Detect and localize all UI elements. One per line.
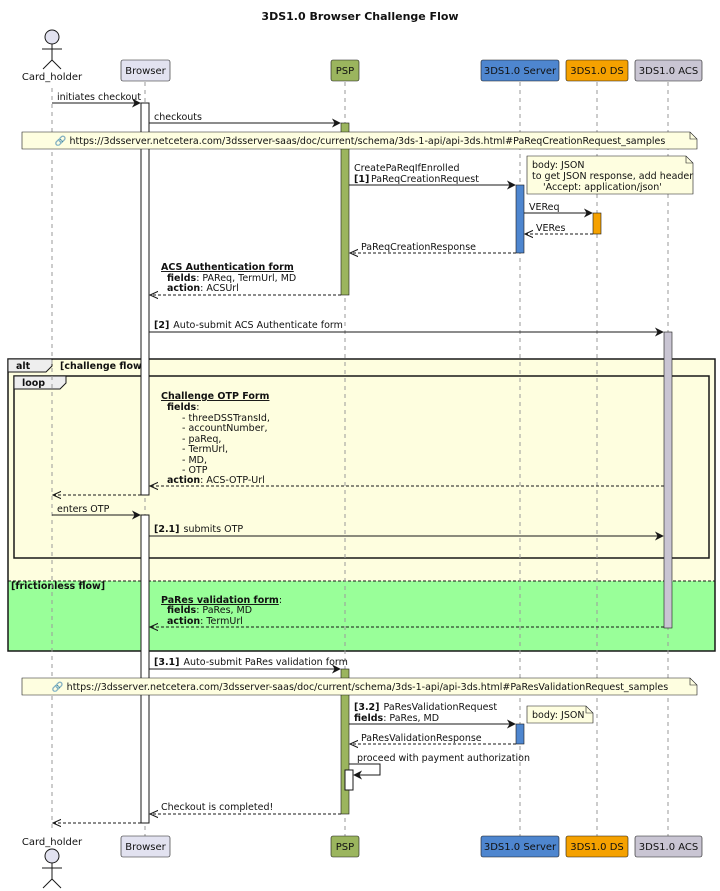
actor-card-holder-top: Card_holder — [22, 29, 83, 83]
alt-frictionless-region — [8, 581, 715, 651]
message-label: enters OTP — [57, 504, 110, 515]
message-label: fields: PaRes, MD — [167, 605, 252, 616]
message-number: [1] — [354, 174, 369, 185]
alt-challenge-region — [8, 359, 715, 581]
message-number: [2.1] — [154, 524, 180, 535]
message-number: [3.1] — [154, 657, 180, 668]
message-text: PaResValidationRequest — [384, 702, 498, 713]
note-json-body: body: JSON — [526, 705, 594, 724]
note-text: to get JSON response, add header — [532, 171, 693, 182]
message-label: proceed with payment authorization — [357, 753, 530, 764]
participant-label: Browser — [125, 66, 166, 77]
note-json-header: body: JSON to get JSON response, add hea… — [526, 155, 694, 195]
note-link-pares: 🔗 https://3dsserver.netcetera.com/3dsser… — [21, 677, 698, 696]
participant-label: PSP — [336, 66, 354, 77]
message-label: VERes — [536, 223, 566, 234]
message-label: CreatePaReqIfEnrolled — [354, 163, 460, 174]
message-label: initiates checkout — [57, 92, 141, 103]
message-arrow — [349, 763, 381, 780]
participant-label: Card_holder — [22, 837, 83, 848]
message-label: fields: PaRes, MD — [354, 713, 439, 724]
message-label: PaReqCreationRequest — [371, 174, 479, 185]
note-link-text[interactable]: 🔗 https://3dsserver.netcetera.com/3dsser… — [55, 135, 666, 147]
participant-label: 3DS1.0 DS — [570, 842, 624, 853]
message-text: submits OTP — [184, 524, 244, 535]
message-label: action: TermUrl — [167, 616, 243, 627]
note-link-text[interactable]: 🔗 https://3dsserver.netcetera.com/3dsser… — [52, 681, 668, 693]
participant-label: PSP — [336, 842, 354, 853]
message-label: [2.1] submits OTP — [154, 524, 243, 535]
participant-label: Browser — [125, 842, 166, 853]
message-label: [2] Auto-submit ACS Authenticate form — [154, 320, 343, 331]
form-key: action — [167, 616, 200, 627]
form-field: - TermUrl, — [182, 444, 228, 455]
form-key: fields — [167, 605, 197, 616]
form-key: fields — [354, 713, 384, 724]
participant-label: Card_holder — [22, 72, 83, 83]
loop-keyword: loop — [22, 378, 45, 389]
form-key: action — [167, 475, 200, 486]
message-number: [3.2] — [354, 702, 380, 713]
participants-bottom: Card_holder Browser PSP 3DS1.0 Server 3D… — [22, 835, 703, 889]
message-label: ACS Authentication form — [161, 262, 294, 273]
form-value: : PaRes, MD — [383, 713, 439, 724]
alt-fragment: alt [challenge flow] [frictionless flow] — [7, 358, 716, 652]
participant-label: 3DS1.0 Server — [484, 66, 557, 77]
message-label: fields: — [167, 402, 199, 413]
note-text: body: JSON — [532, 710, 584, 721]
form-key: fields — [167, 402, 197, 413]
message-label: Challenge OTP Form — [161, 391, 270, 402]
message-label: PaResValidationResponse — [361, 733, 482, 744]
message-label: checkouts — [154, 112, 202, 123]
alt-keyword: alt — [16, 361, 31, 372]
form-key: action — [167, 283, 200, 294]
message-label: VEReq — [529, 202, 560, 213]
actor-card-holder-bottom: Card_holder — [22, 837, 83, 889]
form-value: : PaRes, MD — [196, 605, 252, 616]
form-value: : — [279, 595, 282, 606]
note-text: 'Accept: application/json' — [543, 182, 662, 193]
alt-guard-challenge: [challenge flow] — [60, 361, 146, 372]
message-label: action: ACS-OTP-Url — [167, 475, 265, 486]
message-text: Auto-submit ACS Authenticate form — [173, 320, 343, 331]
participant-label: 3DS1.0 ACS — [639, 842, 699, 853]
participant-label: 3DS1.0 Server — [484, 842, 557, 853]
participants-top: Card_holder Browser PSP 3DS1.0 Server 3D… — [22, 29, 703, 83]
participant-label: 3DS1.0 ACS — [639, 66, 699, 77]
form-value: : ACS-OTP-Url — [200, 475, 265, 486]
message-label: PaReqCreationResponse — [361, 242, 476, 253]
message-label: action: ACSUrl — [167, 283, 239, 294]
alt-guard-frictionless: [frictionless flow] — [11, 581, 105, 592]
diagram-title: 3DS1.0 Browser Challenge Flow — [261, 10, 458, 23]
form-field: - accountNumber, — [182, 423, 267, 434]
note-link-pareq: 🔗 https://3dsserver.netcetera.com/3dsser… — [21, 131, 698, 150]
form-value: : ACSUrl — [200, 283, 239, 294]
sequence-diagram: 3DS1.0 Browser Challenge Flow alt [chall… — [7, 10, 716, 889]
message-label: Checkout is completed! — [161, 802, 273, 813]
form-value: : — [196, 402, 199, 413]
message-text: Auto-submit PaRes validation form — [184, 657, 348, 668]
participant-label: 3DS1.0 DS — [570, 66, 624, 77]
note-text: body: JSON — [532, 160, 584, 171]
message-number: [2] — [154, 320, 169, 331]
message-label: [3.2] PaResValidationRequest — [354, 702, 497, 713]
form-value: : TermUrl — [200, 616, 243, 627]
message-label: [3.1] Auto-submit PaRes validation form — [154, 657, 348, 668]
